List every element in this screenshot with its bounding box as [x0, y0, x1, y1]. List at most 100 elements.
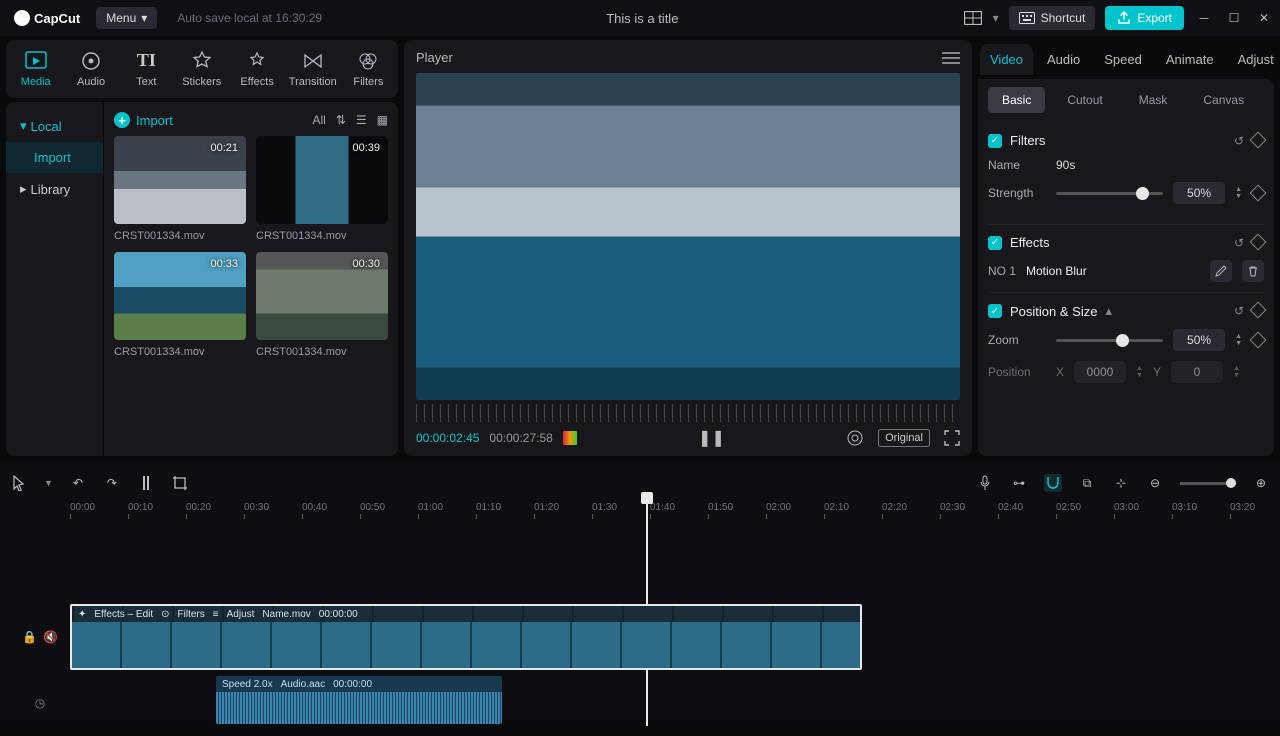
- effects-checkbox[interactable]: ✓: [988, 236, 1002, 250]
- timeline-zoom-slider[interactable]: [1180, 482, 1236, 485]
- import-button[interactable]: +Import: [114, 112, 173, 128]
- zoom-in-icon[interactable]: ⊕: [1252, 474, 1270, 492]
- mic-icon[interactable]: [976, 474, 994, 492]
- x-value[interactable]: 0000: [1074, 361, 1126, 383]
- redo-button[interactable]: ↷: [103, 474, 121, 492]
- sort-icon[interactable]: ⇅: [336, 113, 346, 127]
- chevron-down-icon[interactable]: ▾: [993, 11, 999, 25]
- cut-icon[interactable]: ⊹: [1112, 474, 1130, 492]
- select-tool[interactable]: [10, 474, 28, 492]
- fullscreen-icon[interactable]: [944, 430, 960, 446]
- layout-icon[interactable]: [963, 8, 983, 28]
- delete-effect-button[interactable]: [1242, 260, 1264, 282]
- audio-clip[interactable]: Speed 2.0x Audio.aac 00:00:00: [216, 676, 502, 724]
- media-sidebar: ▾Local Import ▸Library: [6, 102, 104, 456]
- filters-checkbox[interactable]: ✓: [988, 134, 1002, 148]
- tab-speed[interactable]: Speed: [1094, 44, 1152, 75]
- chain-icon[interactable]: ⧉: [1078, 474, 1096, 492]
- filter-all[interactable]: All: [312, 113, 325, 127]
- tab-audio[interactable]: Audio: [65, 44, 116, 98]
- keyframe-icon[interactable]: [1250, 185, 1267, 202]
- keyframe-icon[interactable]: [1250, 332, 1267, 349]
- view-grid-icon[interactable]: ▦: [377, 113, 388, 127]
- clock-icon[interactable]: ◷: [35, 696, 45, 710]
- keyframe-icon[interactable]: [1250, 233, 1267, 250]
- media-clip[interactable]: 00:39CRST001334.mov: [256, 136, 388, 242]
- crop-tool[interactable]: [171, 474, 189, 492]
- strength-value[interactable]: 50%: [1173, 182, 1225, 204]
- reset-icon[interactable]: ↺: [1234, 304, 1244, 318]
- undo-button[interactable]: ↶: [69, 474, 87, 492]
- subtab-mask[interactable]: Mask: [1125, 87, 1182, 113]
- strength-stepper[interactable]: ▲▼: [1235, 187, 1242, 200]
- subtab-basic[interactable]: Basic: [988, 87, 1045, 113]
- sidebar-item-local[interactable]: ▾Local: [6, 110, 103, 142]
- magnet-icon[interactable]: [1044, 474, 1062, 492]
- y-stepper[interactable]: ▲▼: [1233, 366, 1240, 379]
- sidebar-item-library[interactable]: ▸Library: [6, 173, 103, 205]
- x-label: X: [1056, 365, 1064, 379]
- snapshot-icon[interactable]: [846, 429, 864, 447]
- project-title[interactable]: This is a title: [330, 11, 955, 26]
- player-title: Player: [416, 50, 453, 65]
- reset-icon[interactable]: ↺: [1234, 134, 1244, 148]
- pause-button[interactable]: ❚❚: [698, 428, 725, 448]
- shortcut-button[interactable]: Shortcut: [1009, 6, 1096, 30]
- y-value[interactable]: 0: [1171, 361, 1223, 383]
- reset-icon[interactable]: ↺: [1234, 236, 1244, 250]
- clip-filename: CRST001334.mov: [256, 230, 388, 242]
- tab-media[interactable]: Media: [10, 44, 61, 98]
- video-clip[interactable]: ✦Effects – Edit ⊙Filters ≡Adjust Name.mo…: [70, 604, 862, 670]
- original-toggle[interactable]: Original: [878, 429, 930, 447]
- tab-effects[interactable]: Effects: [231, 44, 282, 98]
- tab-text[interactable]: TIText: [121, 44, 172, 98]
- zoom-value[interactable]: 50%: [1173, 329, 1225, 351]
- chevron-down-icon[interactable]: ▼: [44, 478, 53, 488]
- subtab-canvas[interactable]: Canvas: [1189, 87, 1258, 113]
- player-ruler[interactable]: [416, 404, 960, 422]
- player-viewport[interactable]: [416, 73, 960, 400]
- ruler-tick: 00:20: [186, 502, 211, 513]
- minimize-icon[interactable]: ─: [1194, 8, 1214, 28]
- tab-filters[interactable]: Filters: [343, 44, 394, 98]
- link-icon[interactable]: ⊶: [1010, 474, 1028, 492]
- subtab-cutout[interactable]: Cutout: [1053, 87, 1116, 113]
- view-list-icon[interactable]: ☰: [356, 113, 367, 127]
- tab-stickers[interactable]: Stickers: [176, 44, 227, 98]
- timeline-ruler[interactable]: 00:0000:1000:2000:3000:4000:5001:0001:10…: [10, 502, 1270, 522]
- mute-icon[interactable]: 🔇: [43, 630, 58, 644]
- ruler-tick: 01:30: [592, 502, 617, 513]
- media-clip[interactable]: 00:33CRST001334.mov: [114, 252, 246, 358]
- edit-effect-button[interactable]: [1210, 260, 1232, 282]
- export-button[interactable]: Export: [1105, 6, 1184, 30]
- x-stepper[interactable]: ▲▼: [1136, 366, 1143, 379]
- close-icon[interactable]: ✕: [1254, 8, 1274, 28]
- split-tool[interactable]: [137, 474, 155, 492]
- media-clip[interactable]: 00:30CRST001334.mov: [256, 252, 388, 358]
- tab-transition[interactable]: Transition: [287, 44, 339, 98]
- zoom-out-icon[interactable]: ⊖: [1146, 474, 1164, 492]
- media-clip[interactable]: 00:21CRST001334.mov: [114, 136, 246, 242]
- player-menu-icon[interactable]: [942, 52, 960, 64]
- chevron-right-icon: ▸: [20, 181, 27, 197]
- y-label: Y: [1153, 365, 1161, 379]
- lock-icon[interactable]: 🔒: [22, 630, 37, 644]
- keyframe-icon[interactable]: [1250, 302, 1267, 319]
- strength-slider[interactable]: [1056, 192, 1163, 195]
- sidebar-item-import[interactable]: Import: [6, 142, 103, 173]
- keyframe-icon[interactable]: [1250, 131, 1267, 148]
- tab-audio[interactable]: Audio: [1037, 44, 1090, 75]
- zoom-slider[interactable]: [1056, 339, 1163, 342]
- tab-video[interactable]: Video: [980, 44, 1033, 75]
- maximize-icon[interactable]: ☐: [1224, 8, 1244, 28]
- tab-adjust[interactable]: Adjust: [1228, 44, 1280, 75]
- ruler-tick: 01:50: [708, 502, 733, 513]
- menu-button[interactable]: Menu ▾: [96, 7, 157, 29]
- tab-animate[interactable]: Animate: [1156, 44, 1224, 75]
- top-tabs: Media Audio TIText Stickers Effects Tran…: [6, 40, 398, 98]
- export-label: Export: [1137, 11, 1172, 25]
- chevron-up-icon[interactable]: ▴: [1105, 303, 1112, 319]
- position-checkbox[interactable]: ✓: [988, 304, 1002, 318]
- zoom-stepper[interactable]: ▲▼: [1235, 334, 1242, 347]
- app-name: CapCut: [34, 11, 80, 26]
